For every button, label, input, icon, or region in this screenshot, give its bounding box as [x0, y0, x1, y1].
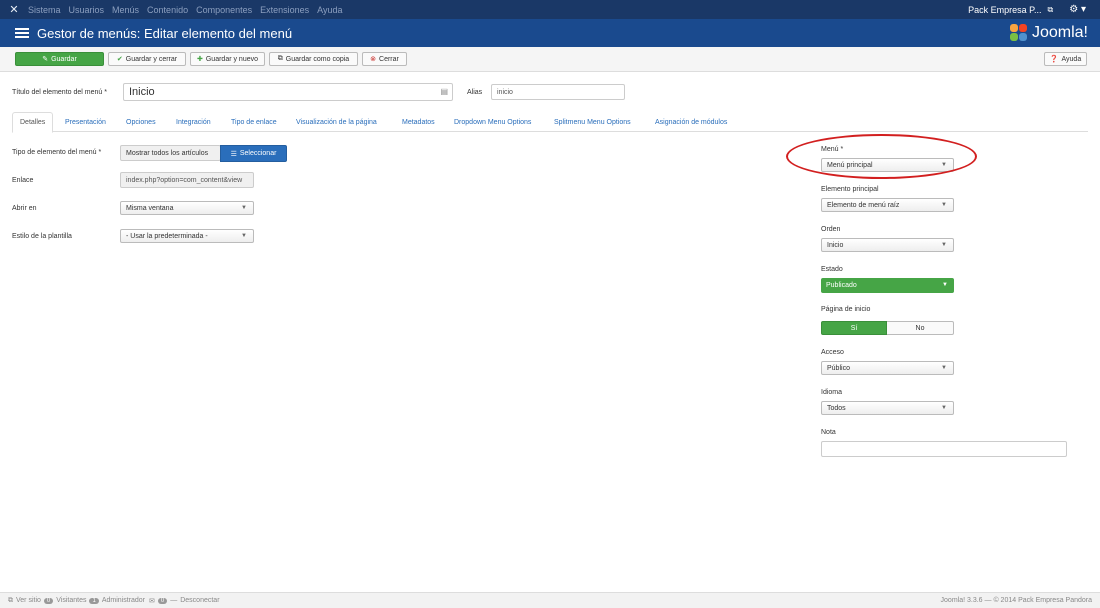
minus-icon: —: [170, 597, 178, 604]
link-field[interactable]: index.php?option=com_content&view: [120, 172, 254, 188]
tab-detalles[interactable]: Detalles: [12, 112, 54, 133]
plus-icon: ✚: [196, 56, 203, 63]
open-in-label: Abrir en: [12, 205, 37, 212]
document-icon: ▤: [440, 87, 448, 96]
title-label: Título del elemento del menú *: [12, 89, 107, 96]
note-input[interactable]: [821, 441, 1067, 457]
nav-menus[interactable]: Menús: [112, 5, 139, 15]
tab-tipo-enlace[interactable]: Tipo de enlace: [231, 112, 277, 132]
title-input[interactable]: Inicio ▤: [123, 83, 453, 101]
caret-down-icon: ▼: [941, 365, 947, 371]
visitors-label: Visitantes: [56, 597, 87, 604]
note-label: Nota: [821, 429, 836, 436]
cancel-icon: ⊗: [370, 56, 377, 63]
tab-splitmenu-options[interactable]: Splitmenu Menu Options: [554, 112, 631, 132]
caret-down-icon: ▼: [241, 205, 247, 211]
admin-label: Administrador: [101, 597, 146, 604]
alias-input[interactable]: inicio: [491, 84, 625, 100]
list-icon: ☰: [230, 150, 237, 158]
visitors-badge: 0: [43, 597, 54, 604]
status-label: Estado: [821, 266, 843, 273]
caret-down-icon: ▼: [241, 233, 247, 239]
tab-dropdown-options[interactable]: Dropdown Menu Options: [454, 112, 531, 132]
tab-bar: Detalles Presentación Opciones Integraci…: [12, 112, 1088, 133]
tab-presentacion[interactable]: Presentación: [65, 112, 106, 132]
status-select[interactable]: Publicado ▼: [821, 278, 954, 293]
tab-metadatos[interactable]: Metadatos: [402, 112, 435, 132]
copy-icon: ⧉: [277, 55, 283, 62]
nav-ayuda[interactable]: Ayuda: [317, 5, 342, 15]
save-close-button[interactable]: ✔ Guardar y cerrar: [108, 52, 186, 66]
template-style-label: Estilo de la plantilla: [12, 233, 72, 240]
parent-item-label: Elemento principal: [821, 186, 879, 193]
nav-usuarios[interactable]: Usuarios: [69, 5, 105, 15]
close-button[interactable]: ⊗ Cerrar: [362, 52, 407, 66]
joomla-wordmark: Joomla!: [1031, 24, 1088, 41]
template-style-select[interactable]: - Usar la predeterminada - ▼: [120, 229, 254, 243]
select-type-button[interactable]: ☰ Seleccionar: [220, 145, 287, 162]
joomla-logo-icon[interactable]: ✕: [0, 0, 28, 19]
language-label: Idioma: [821, 389, 843, 396]
save-new-button[interactable]: ✚ Guardar y nuevo: [190, 52, 265, 66]
nav-sistema[interactable]: Sistema: [28, 5, 61, 15]
access-select[interactable]: Público ▼: [821, 361, 954, 375]
caret-down-icon: ▼: [941, 242, 947, 248]
toolbar: ✎ Guardar ✔ Guardar y cerrar ✚ Guardar y nu…: [0, 47, 1100, 72]
envelope-icon: ✉: [149, 597, 155, 605]
external-link-icon: ⧉: [8, 596, 13, 604]
menu-item-type-value: Mostrar todos los artículos: [120, 145, 221, 161]
joomla-brand: Joomla!: [1009, 23, 1088, 43]
nav-componentes[interactable]: Componentes: [196, 5, 252, 15]
external-link-icon[interactable]: ⧉: [1048, 5, 1054, 15]
language-select[interactable]: Todos ▼: [821, 401, 954, 415]
page-title: Gestor de menús: Editar elemento del men…: [37, 25, 293, 41]
home-yes-button[interactable]: Sí: [821, 321, 887, 335]
gear-icon[interactable]: ⚙ ▾: [1069, 4, 1086, 15]
view-site-link[interactable]: Ver sitio: [16, 597, 41, 604]
save-button[interactable]: ✎ Guardar: [15, 52, 104, 66]
page-header: Gestor de menús: Editar elemento del men…: [0, 19, 1100, 47]
order-select[interactable]: Inicio ▼: [821, 238, 954, 252]
link-label: Enlace: [12, 177, 34, 184]
top-navbar: ✕ Sistema Usuarios Menús Contenido Compo…: [0, 0, 1100, 19]
tab-asignacion-modulos[interactable]: Asignación de módulos: [655, 112, 727, 132]
edit-icon: ✎: [42, 56, 49, 63]
caret-down-icon: ▼: [941, 202, 947, 208]
question-icon: ❓: [1049, 56, 1059, 63]
alias-label: Alias: [467, 89, 483, 96]
tab-visualizacion[interactable]: Visualización de la página: [296, 112, 377, 132]
menu-item-type-label: Tipo de elemento del menú *: [12, 149, 102, 156]
messages-badge[interactable]: 0: [157, 597, 168, 604]
logout-link[interactable]: Desconectar: [180, 597, 219, 604]
help-button[interactable]: ❓ Ayuda: [1044, 52, 1087, 66]
nav-extensiones[interactable]: Extensiones: [260, 5, 309, 15]
site-name-link[interactable]: Pack Empresa P...: [968, 5, 1041, 15]
caret-down-icon: ▼: [941, 405, 947, 411]
check-icon: ✔: [116, 56, 123, 63]
joomla-mark-icon: [1009, 24, 1028, 42]
open-in-select[interactable]: Misma ventana ▼: [120, 201, 254, 215]
order-label: Orden: [821, 226, 841, 233]
home-no-button[interactable]: No: [887, 321, 954, 335]
copyright-text: Joomla! 3.3.6 — © 2014 Pack Empresa Pand…: [940, 597, 1092, 604]
nav-contenido[interactable]: Contenido: [147, 5, 188, 15]
caret-down-icon: ▼: [942, 282, 948, 288]
parent-item-select[interactable]: Elemento de menú raíz ▼: [821, 198, 954, 212]
access-label: Acceso: [821, 349, 844, 356]
list-icon: [15, 27, 29, 39]
highlight-ellipse: [786, 134, 977, 179]
admin-badge: 1: [89, 597, 99, 604]
tab-opciones[interactable]: Opciones: [126, 112, 156, 132]
tab-integracion[interactable]: Integración: [176, 112, 211, 132]
home-page-label: Página de inicio: [821, 306, 871, 313]
save-copy-button[interactable]: ⧉ Guardar como copia: [269, 52, 358, 66]
status-footer: ⧉ Ver sitio 0 Visitantes 1 Administrador…: [0, 592, 1100, 608]
